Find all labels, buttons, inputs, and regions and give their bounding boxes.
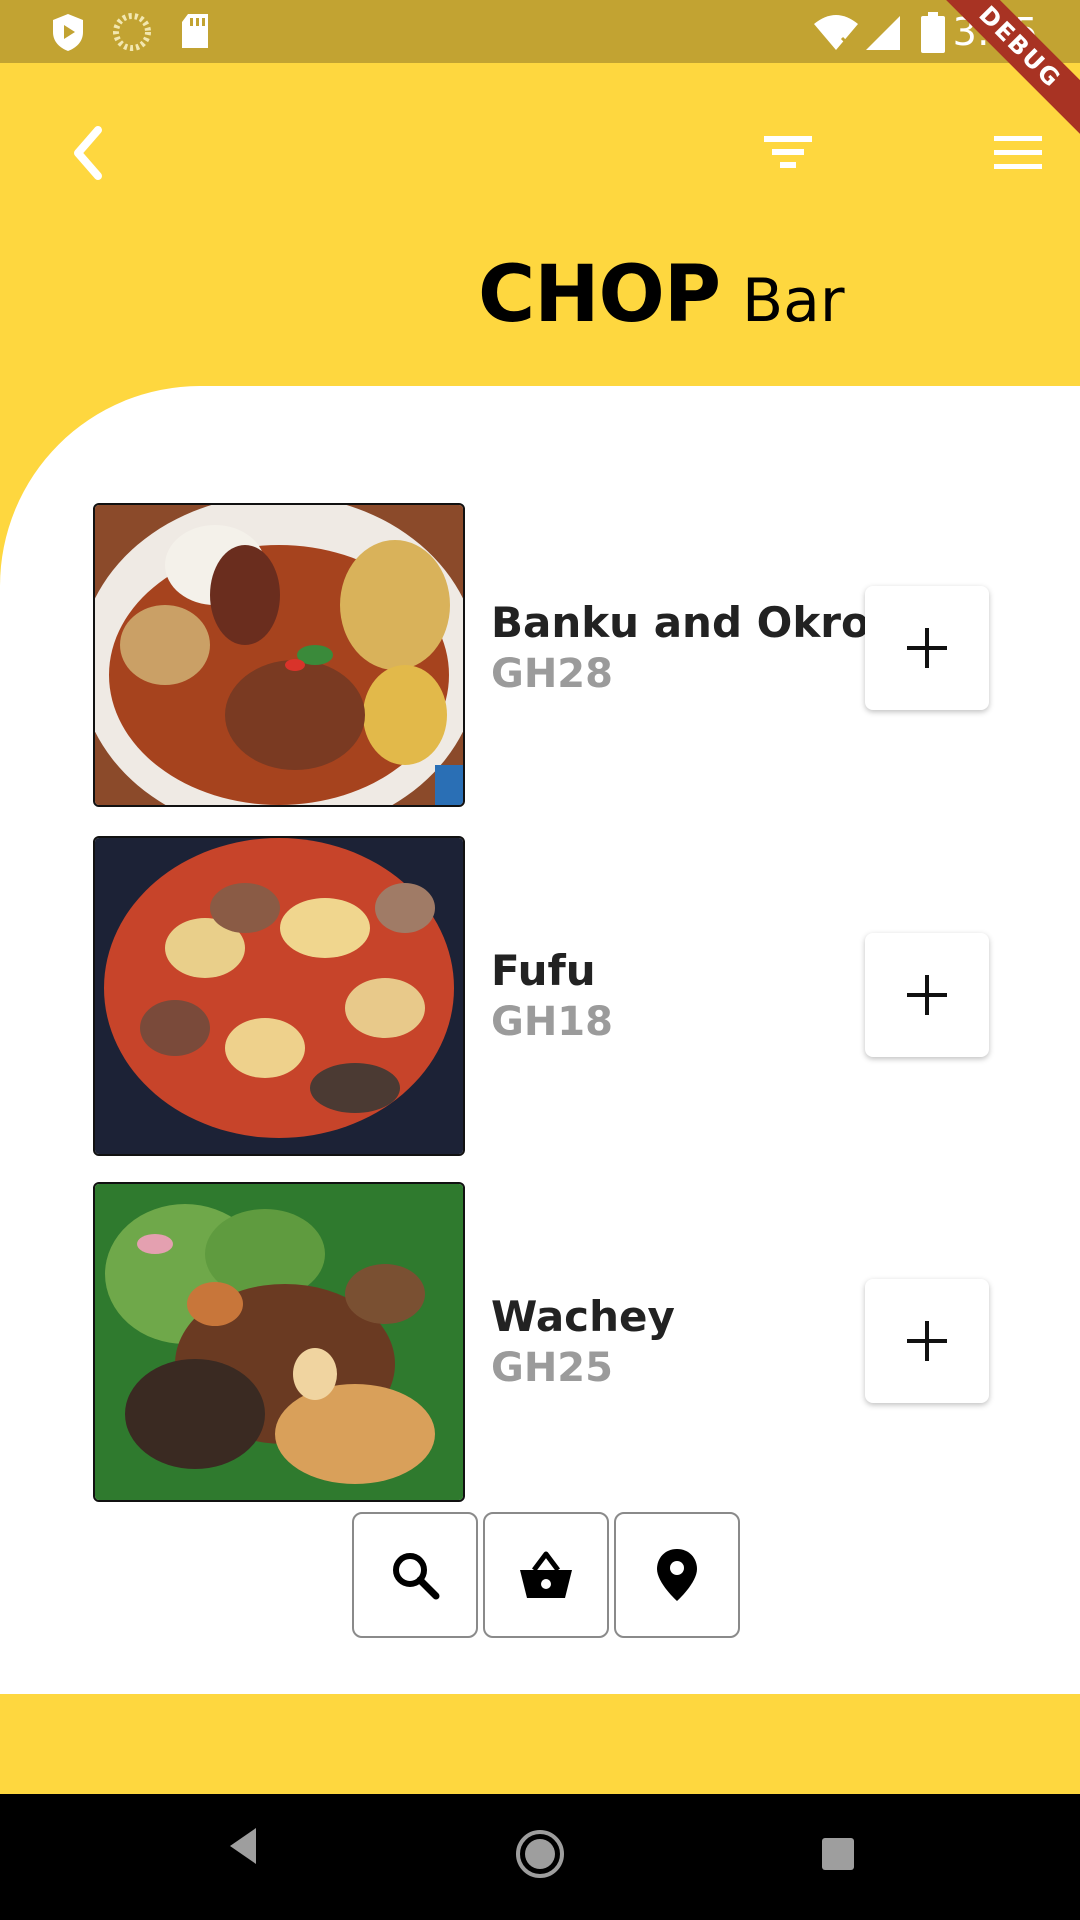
plus-icon (907, 1321, 947, 1361)
list-item: Wachey GH25 (93, 1182, 993, 1502)
item-price: GH28 (491, 651, 613, 697)
wifi-icon (812, 12, 860, 57)
back-button[interactable] (60, 118, 120, 188)
system-nav-bar (0, 1794, 1080, 1920)
plus-icon (907, 628, 947, 668)
nav-recents-icon[interactable] (820, 1836, 856, 1877)
status-bar: 3:25 (0, 0, 1080, 63)
list-item: Fufu GH18 (93, 836, 993, 1156)
sd-card-icon (178, 12, 212, 55)
title-regular: Bar (742, 266, 845, 336)
filter-button[interactable] (758, 128, 818, 178)
location-button[interactable] (614, 1512, 740, 1638)
item-price: GH25 (491, 1345, 613, 1391)
location-pin-icon (657, 1549, 697, 1601)
signal-icon (864, 12, 902, 57)
item-name: Banku and Okro (491, 598, 870, 647)
play-protect-icon (50, 12, 86, 57)
basket-icon (520, 1551, 572, 1598)
item-price: GH18 (491, 999, 613, 1045)
title-bold: CHOP (478, 250, 721, 340)
filter-icon (764, 136, 812, 168)
nav-home-icon[interactable] (514, 1828, 566, 1885)
food-image-banku-okro (93, 503, 465, 807)
battery-icon (920, 12, 946, 59)
list-item: Banku and Okro GH28 (93, 503, 993, 818)
food-image-fufu (93, 836, 465, 1156)
menu-button[interactable] (990, 128, 1046, 178)
hamburger-menu-icon (994, 136, 1042, 169)
basket-button[interactable] (483, 1512, 609, 1638)
sync-icon (112, 12, 152, 57)
item-name: Wachey (491, 1292, 675, 1341)
search-icon (393, 1553, 440, 1600)
add-to-cart-button[interactable] (865, 586, 989, 710)
chevron-left-icon (74, 126, 102, 180)
nav-back-icon[interactable] (224, 1824, 260, 1873)
add-to-cart-button[interactable] (865, 1279, 989, 1403)
food-image-wachey (93, 1182, 465, 1502)
plus-icon (907, 975, 947, 1015)
add-to-cart-button[interactable] (865, 933, 989, 1057)
item-name: Fufu (491, 946, 596, 995)
search-button[interactable] (352, 1512, 478, 1638)
page-title: CHOP Bar (478, 250, 845, 340)
